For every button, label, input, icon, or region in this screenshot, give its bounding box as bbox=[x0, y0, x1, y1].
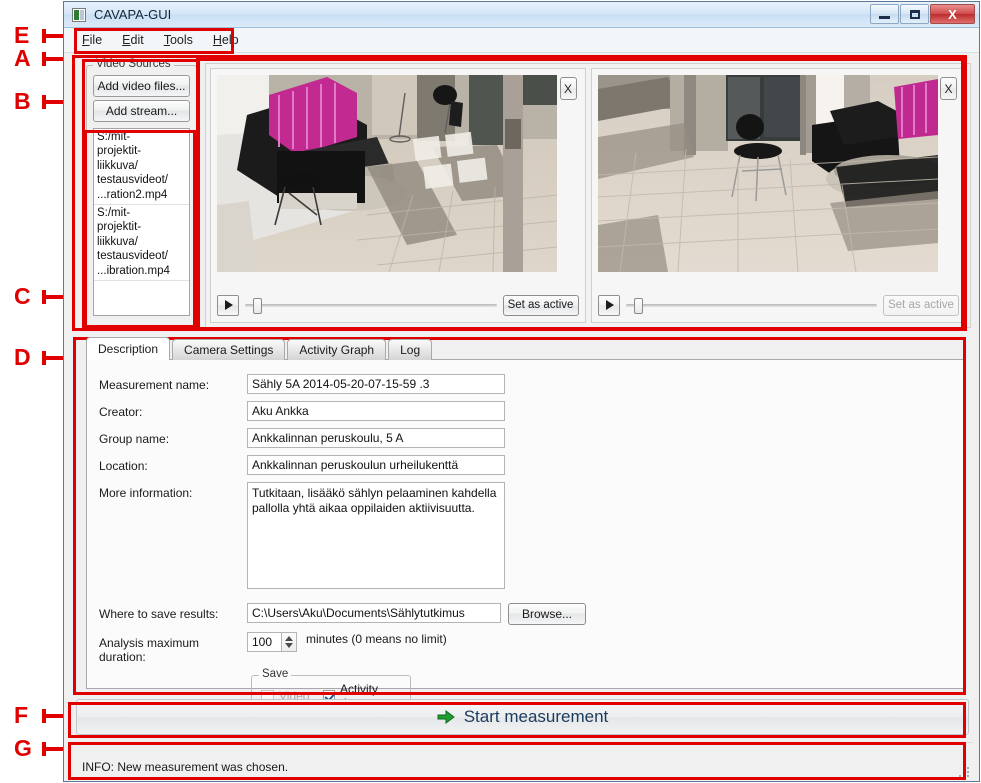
creator-row: Creator: Aku Ankka bbox=[99, 401, 964, 421]
save-options-title: Save bbox=[259, 668, 292, 680]
group-name-label: Group name: bbox=[99, 432, 170, 446]
location-label: Location: bbox=[99, 459, 148, 473]
annotation-letter-b: B bbox=[14, 88, 31, 114]
measurement-name-label: Measurement name: bbox=[99, 378, 210, 392]
save-path-label: Where to save results: bbox=[99, 607, 219, 621]
duration-note: minutes (0 means no limit) bbox=[306, 632, 447, 646]
group-name-input[interactable]: Ankkalinnan peruskoulu, 5 A bbox=[247, 428, 505, 448]
menu-bar: File Edit Tools Help bbox=[64, 28, 979, 53]
tab-content-description: Measurement name: Sähly 5A 2014-05-20-07… bbox=[86, 359, 965, 717]
spin-up-icon[interactable] bbox=[285, 636, 293, 641]
tab-panel: Description Camera Settings Activity Gra… bbox=[86, 337, 965, 717]
video-controls-1: Set as active bbox=[217, 294, 579, 316]
duration-label: Analysis maximum duration: bbox=[99, 636, 200, 664]
tab-log[interactable]: Log bbox=[388, 339, 433, 360]
status-bar: INFO: New measurement was chosen. bbox=[70, 742, 973, 780]
more-information-textarea[interactable]: Tutkitaan, lisääkö sählyn pelaaminen kah… bbox=[247, 482, 505, 589]
video-frame-2 bbox=[597, 75, 938, 272]
add-stream-button[interactable]: Add stream... bbox=[93, 100, 190, 122]
group-name-row: Group name: Ankkalinnan peruskoulu, 5 A bbox=[99, 428, 964, 448]
start-measurement-label: Start measurement bbox=[463, 707, 609, 726]
annotation-letter-d: D bbox=[14, 344, 31, 370]
slider-track bbox=[245, 304, 497, 307]
set-as-active-button[interactable]: Set as active bbox=[883, 294, 959, 316]
duration-row: Analysis maximum duration: 100 minutes (… bbox=[99, 632, 964, 664]
window-controls: X bbox=[870, 4, 975, 24]
slider-track bbox=[625, 304, 877, 307]
status-text: INFO: New measurement was chosen. bbox=[82, 760, 289, 774]
video-sources-group: Video Sources Add video files... Add str… bbox=[86, 58, 197, 328]
close-icon[interactable]: X bbox=[559, 77, 577, 100]
video-frame-1 bbox=[217, 75, 557, 272]
measurement-name-input[interactable]: Sähly 5A 2014-05-20-07-15-59 .3 bbox=[247, 374, 505, 394]
list-item[interactable]: S:/mit- projektit- liikkuva/ testausvide… bbox=[94, 129, 189, 206]
more-information-label: More information: bbox=[99, 486, 193, 500]
add-video-files-button[interactable]: Add video files... bbox=[93, 75, 190, 97]
video-controls-2: Set as active bbox=[597, 294, 959, 316]
menu-item-edit[interactable]: Edit bbox=[112, 30, 154, 50]
browse-button[interactable]: Browse... bbox=[508, 603, 586, 625]
video-stage-1: X bbox=[217, 75, 579, 287]
close-icon[interactable]: X bbox=[940, 77, 957, 100]
close-button[interactable]: X bbox=[930, 4, 975, 24]
video-sources-list[interactable]: S:/mit- projektit- liikkuva/ testausvide… bbox=[93, 128, 190, 316]
annotation-letter-g: G bbox=[14, 735, 32, 761]
location-row: Location: Ankkalinnan peruskoulun urheil… bbox=[99, 455, 964, 475]
play-icon[interactable] bbox=[217, 294, 239, 316]
tab-camera-settings[interactable]: Camera Settings bbox=[172, 339, 286, 360]
list-item[interactable]: S:/mit- projektit- liikkuva/ testausvide… bbox=[94, 205, 189, 282]
menu-item-file[interactable]: File bbox=[72, 30, 112, 50]
video-sources-title: Video Sources bbox=[93, 58, 174, 70]
video-panel-1: X Set as active bbox=[210, 68, 586, 323]
menu-item-tools[interactable]: Tools bbox=[154, 30, 203, 50]
spin-down-icon[interactable] bbox=[285, 643, 293, 648]
tab-activity-graph[interactable]: Activity Graph bbox=[287, 339, 387, 360]
start-measurement-button[interactable]: Start measurement bbox=[76, 699, 969, 735]
video-seek-slider[interactable] bbox=[625, 295, 877, 315]
menu-item-help[interactable]: Help bbox=[203, 30, 249, 50]
more-information-row: More information: Tutkitaan, lisääkö säh… bbox=[99, 482, 964, 589]
slider-knob[interactable] bbox=[253, 298, 262, 314]
play-icon[interactable] bbox=[597, 294, 620, 316]
minimize-button[interactable] bbox=[870, 4, 899, 24]
app-icon bbox=[72, 7, 86, 22]
video-still-1 bbox=[217, 75, 557, 272]
creator-label: Creator: bbox=[99, 405, 143, 419]
video-seek-slider[interactable] bbox=[245, 295, 497, 315]
list-item[interactable] bbox=[94, 281, 189, 315]
maximize-button[interactable] bbox=[900, 4, 929, 24]
application-window: CAVAPA-GUI X File Edit Tools Help Video … bbox=[63, 1, 980, 782]
tab-bar: Description Camera Settings Activity Gra… bbox=[86, 337, 965, 360]
video-panel-2: X Set as active bbox=[590, 68, 966, 323]
title-bar: CAVAPA-GUI X bbox=[64, 2, 979, 28]
duration-input[interactable]: 100 bbox=[247, 632, 281, 652]
measurement-name-row: Measurement name: Sähly 5A 2014-05-20-07… bbox=[99, 374, 964, 394]
video-still-2 bbox=[597, 75, 938, 272]
annotation-letter-c: C bbox=[14, 283, 31, 309]
annotation-letter-f: F bbox=[14, 702, 29, 728]
upper-area: Video Sources Add video files... Add str… bbox=[70, 57, 973, 330]
location-input[interactable]: Ankkalinnan peruskoulun urheilukenttä bbox=[247, 455, 505, 475]
window-body: Video Sources Add video files... Add str… bbox=[64, 53, 979, 717]
window-title: CAVAPA-GUI bbox=[94, 7, 172, 22]
creator-input[interactable]: Aku Ankka bbox=[247, 401, 505, 421]
video-panels-container: X Set as active X Set as active bbox=[205, 63, 971, 328]
duration-stepper[interactable]: 100 bbox=[247, 632, 297, 652]
video-stage-2: X bbox=[597, 75, 960, 287]
resize-grip-icon[interactable] bbox=[958, 766, 970, 778]
save-path-row: Where to save results: C:\Users\Aku\Docu… bbox=[99, 603, 964, 625]
tab-description[interactable]: Description bbox=[86, 337, 171, 360]
annotation-letter-a: A bbox=[14, 45, 31, 71]
duration-spin-buttons[interactable] bbox=[281, 632, 297, 652]
set-as-active-button[interactable]: Set as active bbox=[502, 294, 579, 316]
slider-knob[interactable] bbox=[633, 298, 643, 314]
save-path-input[interactable]: C:\Users\Aku\Documents\Sählytutkimus bbox=[247, 603, 501, 623]
green-arrow-right-icon bbox=[437, 710, 455, 724]
screenshot-root: E A B C D F G CAVAPA-GUI X File Edit Too… bbox=[0, 0, 981, 783]
